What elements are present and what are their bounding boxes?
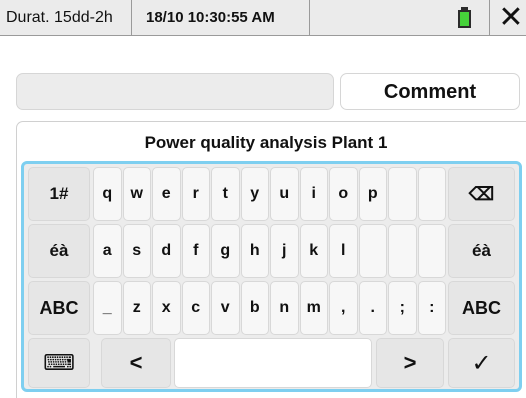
key-row3-0[interactable]: _ — [93, 281, 122, 335]
key-row3-8[interactable]: , — [329, 281, 358, 335]
key-row3-7[interactable]: m — [299, 281, 328, 335]
key-row2-9[interactable] — [358, 224, 387, 278]
key-row3-6[interactable]: n — [270, 281, 299, 335]
battery-icon — [458, 7, 471, 28]
key-row3-10[interactable]: ; — [388, 281, 417, 335]
key-row1-8[interactable]: o — [329, 167, 358, 221]
status-bar: Durat. 15dd-2h 18/10 10:30:55 AM ✕ — [0, 0, 526, 36]
on-screen-keyboard: 1# ⌫ éà éà ABC ABC ⌨ < > ✓ qwertyuiop asd… — [21, 161, 522, 392]
key-row2-6[interactable]: j — [270, 224, 299, 278]
key-row2-8[interactable]: l — [329, 224, 358, 278]
key-row1-1[interactable]: w — [122, 167, 151, 221]
key-symbols[interactable]: 1# — [28, 167, 90, 221]
key-row2-0[interactable]: a — [93, 224, 122, 278]
key-row3-2[interactable]: x — [152, 281, 181, 335]
key-row2-10[interactable] — [388, 224, 417, 278]
key-shift-left[interactable]: ABC — [28, 281, 90, 335]
key-row1-9[interactable]: p — [358, 167, 387, 221]
key-row1-3[interactable]: r — [181, 167, 210, 221]
key-row2-2[interactable]: d — [152, 224, 181, 278]
datetime-label: 18/10 10:30:55 AM — [132, 0, 310, 35]
key-row1-0[interactable]: q — [93, 167, 122, 221]
key-accents-right[interactable]: éà — [448, 224, 515, 278]
key-row3-3[interactable]: c — [181, 281, 210, 335]
key-accents-left[interactable]: éà — [28, 224, 90, 278]
key-row2-3[interactable]: f — [181, 224, 210, 278]
key-row2-1[interactable]: s — [122, 224, 151, 278]
key-row3-5[interactable]: b — [240, 281, 269, 335]
duration-label: Durat. 15dd-2h — [0, 0, 132, 35]
key-row1-6[interactable]: u — [270, 167, 299, 221]
key-row3-9[interactable]: . — [358, 281, 387, 335]
key-row3-4[interactable]: v — [211, 281, 240, 335]
key-row1-2[interactable]: e — [152, 167, 181, 221]
comment-button[interactable]: Comment — [340, 73, 520, 110]
key-row3-11[interactable]: : — [417, 281, 446, 335]
panel-title: Power quality analysis Plant 1 — [144, 133, 388, 152]
key-row2-7[interactable]: k — [299, 224, 328, 278]
key-row2-11[interactable] — [417, 224, 446, 278]
key-shift-right[interactable]: ABC — [448, 281, 515, 335]
cursor-left-button[interactable]: < — [101, 338, 171, 388]
backspace-icon[interactable]: ⌫ — [448, 167, 515, 221]
cursor-right-button[interactable]: > — [376, 338, 444, 388]
keyboard-icon[interactable]: ⌨ — [28, 338, 90, 388]
close-icon[interactable]: ✕ — [496, 0, 526, 35]
check-icon[interactable]: ✓ — [448, 338, 515, 388]
space-key[interactable] — [174, 338, 372, 388]
text-input[interactable] — [16, 73, 334, 110]
key-row2-4[interactable]: g — [211, 224, 240, 278]
key-row1-7[interactable]: i — [299, 167, 328, 221]
key-row1-11[interactable] — [417, 167, 446, 221]
key-row2-5[interactable]: h — [240, 224, 269, 278]
key-row1-4[interactable]: t — [211, 167, 240, 221]
key-row1-5[interactable]: y — [240, 167, 269, 221]
key-row3-1[interactable]: z — [122, 281, 151, 335]
key-row1-10[interactable] — [388, 167, 417, 221]
